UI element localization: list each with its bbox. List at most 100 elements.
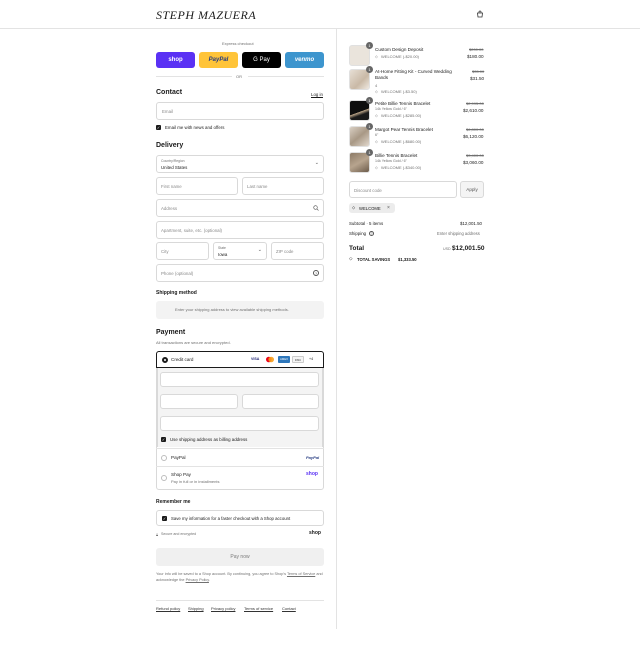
item-quantity-badge: 1 [366, 42, 373, 49]
item-quantity-badge: 1 [366, 123, 373, 130]
item-name: At-Home Fitting Kit - Curved Wedding Ban… [375, 69, 452, 81]
contact-link[interactable]: Contact [282, 606, 296, 611]
discount-code-field[interactable]: Discount code [349, 181, 457, 198]
remove-discount-icon[interactable]: × [387, 205, 390, 211]
tag-icon: ⬦ [375, 54, 378, 59]
item-quantity-badge: 1 [366, 97, 373, 104]
paypal-radio[interactable] [161, 455, 167, 461]
apartment-field[interactable]: Apartment, suite, etc. (optional) [156, 221, 324, 239]
state-select[interactable]: State Iowa ⌄ [213, 242, 267, 260]
tag-icon: ⬦ [375, 165, 378, 170]
savings-value: $1,333.50 [398, 257, 417, 262]
tag-icon: ⬦ [375, 113, 378, 118]
news-label: Email me with news and offers [165, 125, 225, 130]
item-name: Custom Design Deposit [375, 47, 424, 52]
currency-label: USD [443, 247, 451, 251]
paypal-option[interactable]: PayPal PayPal [156, 448, 324, 466]
address-field[interactable]: Address [156, 199, 324, 217]
total-label: Total [349, 245, 365, 252]
city-field[interactable]: City [156, 242, 209, 260]
subtotal-label: Subtotal · 5 items [349, 221, 384, 226]
item-discount: WELCOME (-$3.50) [381, 89, 417, 94]
email-field[interactable]: Email [156, 102, 324, 120]
item-variant: 6" [375, 133, 379, 137]
shoppay-radio[interactable] [161, 475, 167, 481]
tag-icon: ⬦ [375, 89, 378, 94]
pay-now-button[interactable]: Pay now [156, 548, 324, 566]
credit-card-label: Credit card [171, 357, 194, 362]
remember-label: Save my information for a faster checkou… [171, 516, 291, 521]
more-cards-badge: +4 [309, 357, 314, 361]
privacy-policy-link[interactable]: Privacy policy [211, 606, 235, 611]
first-name-placeholder: First name [161, 184, 182, 189]
item-name: Margot Pear Tennis Bracelet [375, 127, 433, 132]
card-number-field[interactable] [160, 372, 319, 387]
item-variant: 14k Yellow Gold / 6" [375, 159, 407, 163]
help-icon[interactable]: ? [369, 231, 374, 236]
help-icon[interactable]: ? [313, 270, 319, 276]
address-placeholder: Address [161, 206, 178, 211]
item-name: Billie Tennis Bracelet [375, 153, 418, 158]
paypal-label: PayPal [171, 455, 186, 460]
phone-placeholder: Phone (optional) [161, 271, 194, 276]
venmo-express-button[interactable]: venmo [285, 52, 324, 68]
item-discount: WELCOME (-$680.00) [381, 139, 422, 144]
item-price: $180.00 [467, 54, 484, 59]
credit-card-option[interactable]: Credit card VISA AMEX DISC +4 [156, 351, 324, 368]
or-label: OR [236, 74, 242, 79]
remember-checkbox[interactable]: ✓ [162, 516, 167, 521]
legal-line: Your info will be saved to a Shop accoun… [156, 572, 286, 576]
last-name-placeholder: Last name [247, 184, 268, 189]
shoppay-label: Shop Pay [171, 472, 191, 477]
discount-tag: ⬦ WELCOME × [349, 203, 395, 213]
store-logo[interactable]: STEPH MAZUERA [156, 8, 256, 23]
item-discount: WELCOME (-$340.00) [381, 165, 422, 170]
contact-heading: Contact [156, 89, 183, 96]
zip-placeholder: ZIP code [276, 249, 294, 254]
footer-divider [156, 600, 324, 601]
search-icon [313, 205, 319, 213]
billing-checkbox[interactable]: ✓ [161, 437, 166, 442]
gpay-express-button[interactable]: G Pay [242, 52, 281, 68]
last-name-field[interactable]: Last name [242, 177, 324, 195]
apply-button[interactable]: Apply [460, 181, 484, 198]
payment-heading: Payment [156, 329, 186, 336]
paypal-express-button[interactable]: PayPal [199, 52, 238, 68]
remember-box[interactable]: ✓ Save my information for a faster check… [156, 510, 324, 526]
credit-card-radio[interactable] [162, 357, 168, 363]
bag-icon[interactable] [476, 10, 484, 18]
card-name-field[interactable] [160, 416, 319, 431]
terms-link[interactable]: Terms of Service [287, 572, 315, 576]
state-label: State [218, 246, 226, 250]
login-link[interactable]: Log in [311, 92, 323, 97]
shop-pay-express-button[interactable]: shop [156, 52, 195, 68]
item-quantity-badge: 1 [366, 149, 373, 156]
shipping-label: Shipping [349, 231, 367, 236]
terms-of-service-link[interactable]: Terms of service [244, 606, 273, 611]
discover-icon: DISC [292, 356, 304, 363]
item-discount: WELCOME (-$20.00) [381, 54, 420, 59]
legal-text: Your info will be saved to a Shop accoun… [156, 571, 326, 583]
phone-field[interactable]: Phone (optional) ? [156, 264, 324, 282]
apartment-placeholder: Apartment, suite, etc. (optional) [161, 228, 223, 233]
savings-tag-icon: ⬦ [349, 256, 353, 262]
order-summary-panel [336, 29, 640, 629]
shipping-link[interactable]: Shipping [188, 606, 204, 611]
item-quantity-badge: 1 [366, 66, 373, 73]
total-value: $12,001.50 [452, 245, 485, 252]
shipping-note: Enter your shipping address to view avai… [175, 307, 289, 312]
first-name-field[interactable]: First name [156, 177, 238, 195]
country-select[interactable]: Country/Region United States ⌄ [156, 155, 324, 173]
shoppay-option[interactable]: Shop Pay Pay in full or in installments … [156, 466, 324, 490]
secure-label: Secure and encrypted [161, 532, 197, 536]
expiry-field[interactable] [160, 394, 238, 409]
or-divider-right [248, 76, 324, 77]
tag-icon: ⬦ [375, 139, 378, 144]
zip-field[interactable]: ZIP code [271, 242, 324, 260]
news-checkbox[interactable]: ✓ [156, 125, 161, 130]
security-code-field[interactable] [242, 394, 319, 409]
privacy-link[interactable]: Privacy Policy [186, 578, 209, 582]
item-variant: 4 [375, 83, 378, 88]
item-variant: 14k Yellow Gold / 6" [375, 107, 407, 111]
refund-policy-link[interactable]: Refund policy [156, 606, 180, 611]
